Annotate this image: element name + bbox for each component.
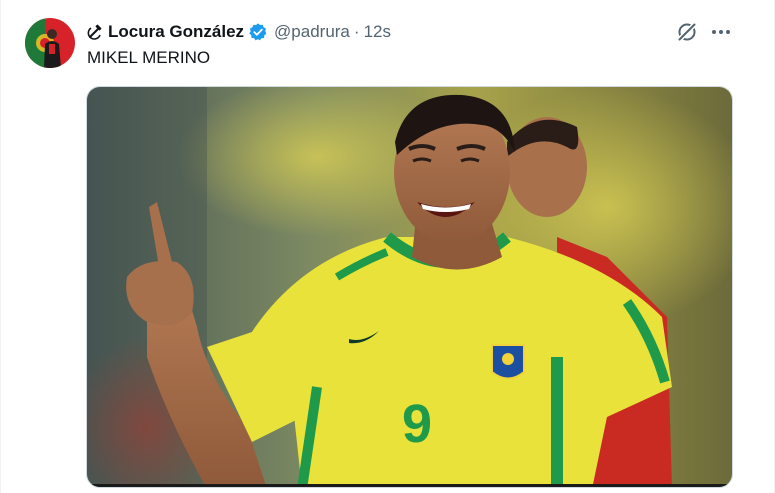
hammer-sickle-icon xyxy=(87,24,102,40)
tweet-header: Locura González @padrura · 12s xyxy=(87,20,391,44)
jersey-number: 9 xyxy=(402,394,432,454)
football-player-photo: 9 xyxy=(87,87,732,487)
header-separator: · xyxy=(353,22,360,41)
verified-badge-icon[interactable] xyxy=(248,22,268,42)
author-avatar[interactable] xyxy=(25,18,75,68)
grok-button[interactable] xyxy=(675,20,699,44)
tweet-media-photo[interactable]: 9 xyxy=(86,86,733,488)
grok-icon xyxy=(677,22,697,42)
tweet-timestamp[interactable]: 12s xyxy=(364,22,391,42)
author-handle[interactable]: @padrura xyxy=(274,22,350,42)
tweet-card[interactable]: Locura González @padrura · 12s MIKEL MER… xyxy=(0,0,775,493)
more-icon xyxy=(712,30,730,34)
tweet-text: MIKEL MERINO xyxy=(87,48,211,67)
more-options-button[interactable] xyxy=(709,20,733,44)
portugal-flag-avatar-icon xyxy=(25,18,75,68)
author-display-name[interactable]: Locura González xyxy=(108,22,244,42)
